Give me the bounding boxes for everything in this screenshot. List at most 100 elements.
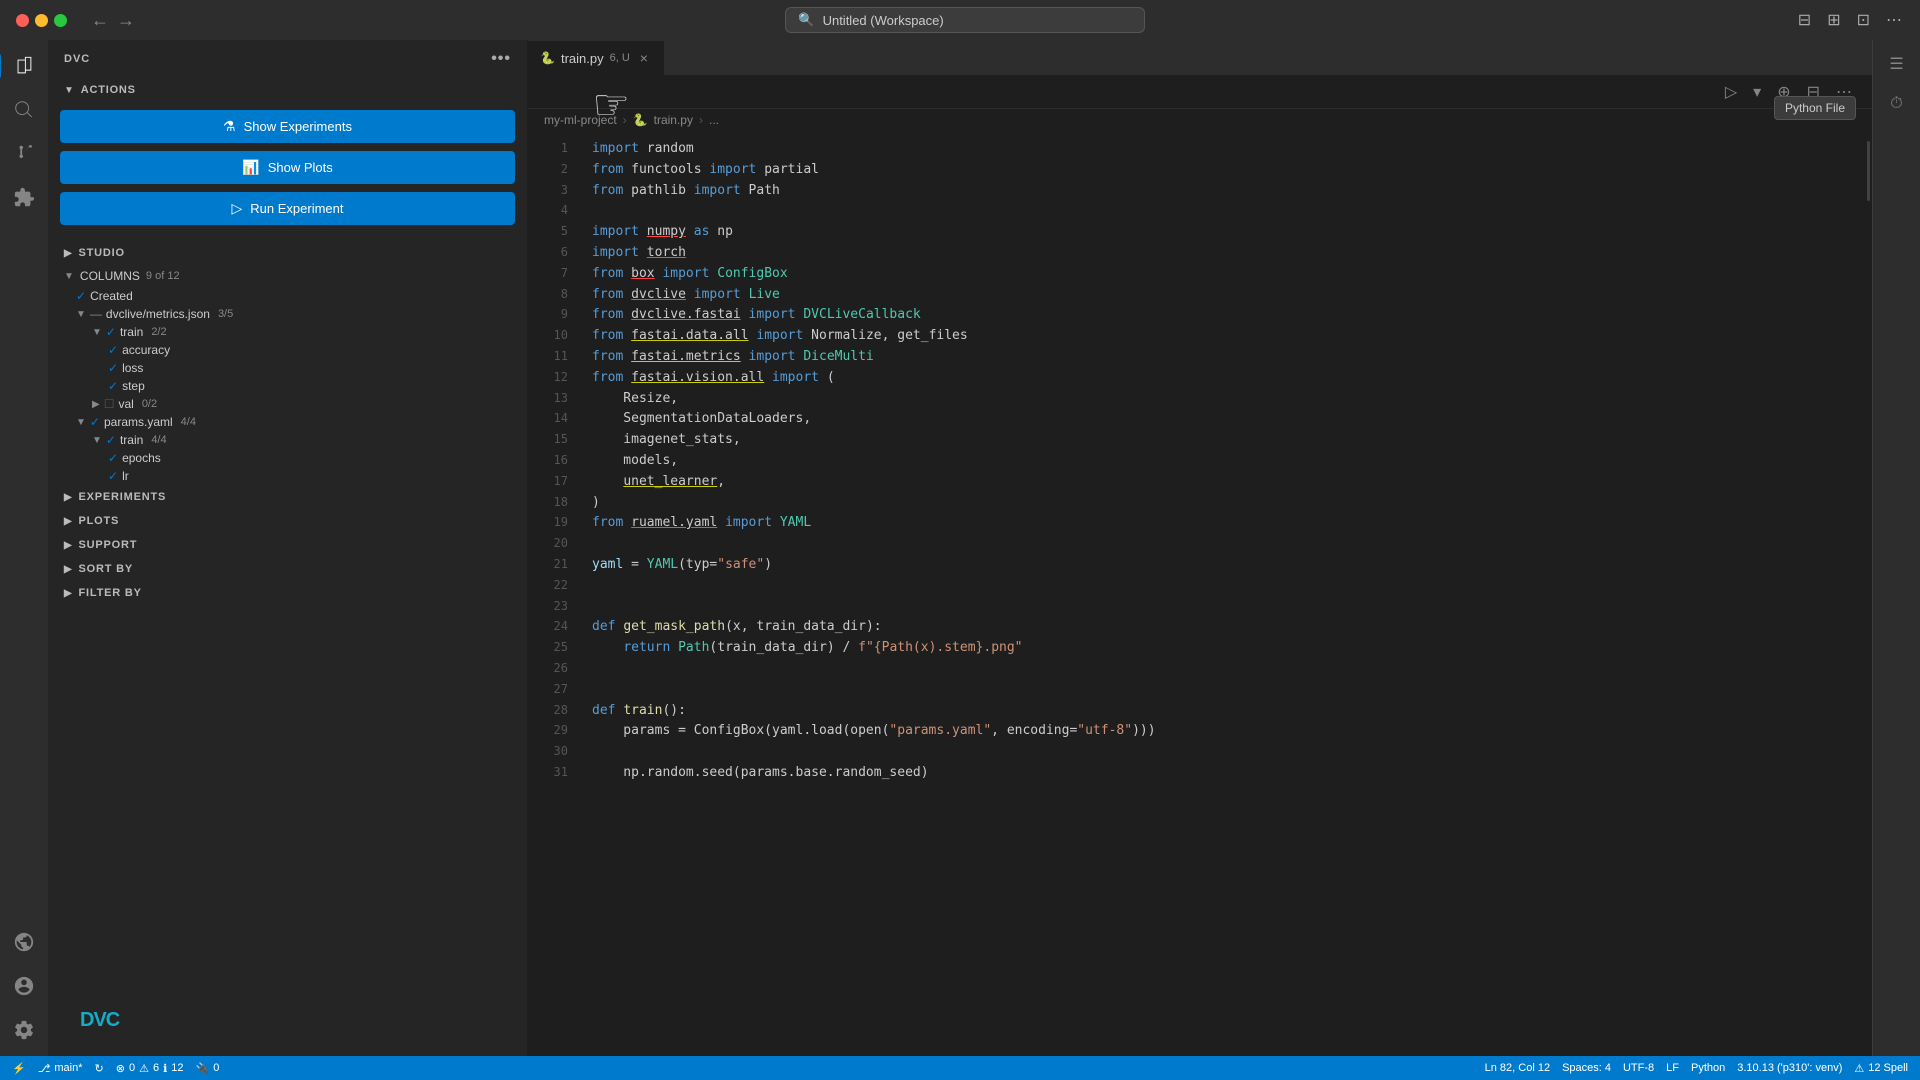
nav-forward-button[interactable]: →: [117, 10, 135, 31]
partial-check-icon: —: [90, 307, 102, 321]
expand-icon: ▼: [92, 327, 102, 338]
actions-label: ACTIONS: [81, 84, 136, 96]
activity-remote[interactable]: [6, 924, 42, 960]
code-line-21: 21 yaml = YAML(typ="safe"): [528, 555, 1858, 576]
activity-settings[interactable]: [6, 1012, 42, 1048]
nav-back-button[interactable]: ←: [91, 10, 109, 31]
show-plots-button[interactable]: 📊 Show Plots: [60, 151, 515, 184]
status-errors[interactable]: ⊗ 0 ⚠ 6 ℹ 12: [116, 1062, 184, 1075]
column-val[interactable]: ▶ ☐ val 0/2: [48, 395, 527, 413]
status-remote[interactable]: ⚡: [12, 1062, 26, 1075]
column-lr[interactable]: ✓ lr: [48, 467, 527, 485]
show-experiments-label: Show Experiments: [244, 119, 352, 134]
status-version[interactable]: 3.10.13 ('p310': venv): [1737, 1062, 1842, 1074]
sort-by-section[interactable]: ▶ SORT BY: [48, 557, 527, 581]
status-line-ending[interactable]: LF: [1666, 1062, 1679, 1074]
run-button[interactable]: ▷: [1721, 80, 1741, 104]
columns-header[interactable]: ▼ COLUMNS 9 of 12: [48, 265, 527, 287]
experiments-section[interactable]: ▶ EXPERIMENTS: [48, 485, 527, 509]
split-icon[interactable]: ⊞: [1825, 8, 1842, 32]
status-branch[interactable]: ⎇ main*: [38, 1062, 83, 1075]
run-dropdown-button[interactable]: ▾: [1749, 80, 1765, 104]
status-port[interactable]: 🔌 0: [196, 1062, 220, 1075]
tab-close-button[interactable]: ×: [636, 50, 652, 66]
run-icon: ▷: [232, 200, 243, 217]
version-text: 3.10.13 ('p310': venv): [1737, 1062, 1842, 1074]
filter-by-section[interactable]: ▶ FILTER BY: [48, 581, 527, 605]
check-icon: ✓: [106, 325, 116, 339]
search-bar[interactable]: 🔍 Untitled (Workspace): [785, 7, 1145, 33]
column-accuracy[interactable]: ✓ accuracy: [48, 341, 527, 359]
studio-section-header[interactable]: ▶ STUDIO: [48, 241, 527, 265]
column-step[interactable]: ✓ step: [48, 377, 527, 395]
status-spell[interactable]: ⚠ 12 Spell: [1854, 1062, 1908, 1075]
column-loss[interactable]: ✓ loss: [48, 359, 527, 377]
sort-by-label: SORT BY: [79, 563, 134, 575]
experiments-icon: ⚗: [223, 118, 236, 135]
support-label: SUPPORT: [79, 539, 138, 551]
activity-explorer[interactable]: [6, 48, 42, 84]
layout-icon[interactable]: ⊟: [1796, 8, 1813, 32]
status-position[interactable]: Ln 82, Col 12: [1485, 1062, 1550, 1074]
plots-section[interactable]: ▶ PLOTS: [48, 509, 527, 533]
check-icon: ✓: [76, 289, 86, 303]
status-sync[interactable]: ↻: [95, 1062, 104, 1075]
breadcrumb-project[interactable]: my-ml-project: [544, 113, 617, 127]
breadcrumb-more[interactable]: ...: [709, 113, 719, 127]
val-badge: 0/2: [142, 398, 157, 410]
activity-source-control[interactable]: [6, 136, 42, 172]
titlebar: ← → 🔍 Untitled (Workspace) ⊟ ⊞ ⊡ ⋯: [0, 0, 1920, 40]
activity-bar: [0, 40, 48, 1056]
check-icon: ✓: [108, 451, 118, 465]
params-train-badge: 4/4: [151, 434, 166, 446]
column-lr-label: lr: [122, 469, 129, 483]
titlebar-left: ← →: [16, 10, 135, 31]
status-spaces[interactable]: Spaces: 4: [1562, 1062, 1611, 1074]
column-dvclive-metrics[interactable]: ▼ — dvclive/metrics.json 3/5: [48, 305, 527, 323]
sidebar-more-button[interactable]: •••: [491, 50, 511, 68]
info-count: 12: [171, 1062, 183, 1074]
code-line-23: 23: [528, 597, 1858, 618]
breadcrumb-file[interactable]: train.py: [654, 113, 693, 127]
show-plots-label: Show Plots: [268, 160, 333, 175]
show-experiments-button[interactable]: ⚗ Show Experiments: [60, 110, 515, 143]
panels-icon[interactable]: ⊡: [1855, 8, 1872, 32]
column-params-yaml[interactable]: ▼ ✓ params.yaml 4/4: [48, 413, 527, 431]
editor-tab-train-py[interactable]: 🐍 train.py 6, U ×: [528, 41, 665, 75]
plots-icon: 📊: [242, 159, 259, 176]
close-button[interactable]: [16, 14, 29, 27]
maximize-button[interactable]: [54, 14, 67, 27]
columns-count-badge: 9 of 12: [146, 270, 180, 282]
status-encoding[interactable]: UTF-8: [1623, 1062, 1654, 1074]
editor-area: 🐍 train.py 6, U × ▷ ▾ ⊕ ⊟ ⋯ my-ml-projec…: [528, 40, 1872, 1056]
column-params-train[interactable]: ▼ ✓ train 4/4: [48, 431, 527, 449]
expand-icon: ▶: [92, 399, 100, 410]
column-train[interactable]: ▼ ✓ train 2/2: [48, 323, 527, 341]
actions-section-header[interactable]: ▼ ACTIONS: [48, 78, 527, 102]
editor-scrollbar[interactable]: [1858, 131, 1872, 1056]
minimize-button[interactable]: [35, 14, 48, 27]
scrollbar-thumb[interactable]: [1867, 141, 1870, 201]
more-icon[interactable]: ⋯: [1884, 8, 1904, 32]
column-created[interactable]: ✓ Created: [48, 287, 527, 305]
column-epochs[interactable]: ✓ epochs: [48, 449, 527, 467]
outline-icon[interactable]: ☰: [1881, 48, 1913, 80]
support-section[interactable]: ▶ SUPPORT: [48, 533, 527, 557]
position-text: Ln 82, Col 12: [1485, 1062, 1550, 1074]
timeline-icon[interactable]: ⏱: [1881, 88, 1913, 120]
sync-icon: ↻: [95, 1062, 104, 1075]
code-line-7: 7 from box import ConfigBox: [528, 264, 1858, 285]
code-editor[interactable]: 1 import random 2 from functools import …: [528, 131, 1858, 1056]
activity-search[interactable]: [6, 92, 42, 128]
activity-account[interactable]: [6, 968, 42, 1004]
column-epochs-label: epochs: [122, 451, 161, 465]
activity-extensions[interactable]: [6, 180, 42, 216]
breadcrumb-sep1: ›: [623, 113, 627, 127]
status-language[interactable]: Python: [1691, 1062, 1725, 1074]
warning-count: 6: [153, 1062, 159, 1074]
code-line-6: 6 import torch: [528, 243, 1858, 264]
support-chevron-icon: ▶: [64, 540, 73, 551]
editor-toolbar: ▷ ▾ ⊕ ⊟ ⋯: [528, 76, 1872, 109]
code-line-12: 12 from fastai.vision.all import (: [528, 368, 1858, 389]
run-experiment-button[interactable]: ▷ Run Experiment: [60, 192, 515, 225]
